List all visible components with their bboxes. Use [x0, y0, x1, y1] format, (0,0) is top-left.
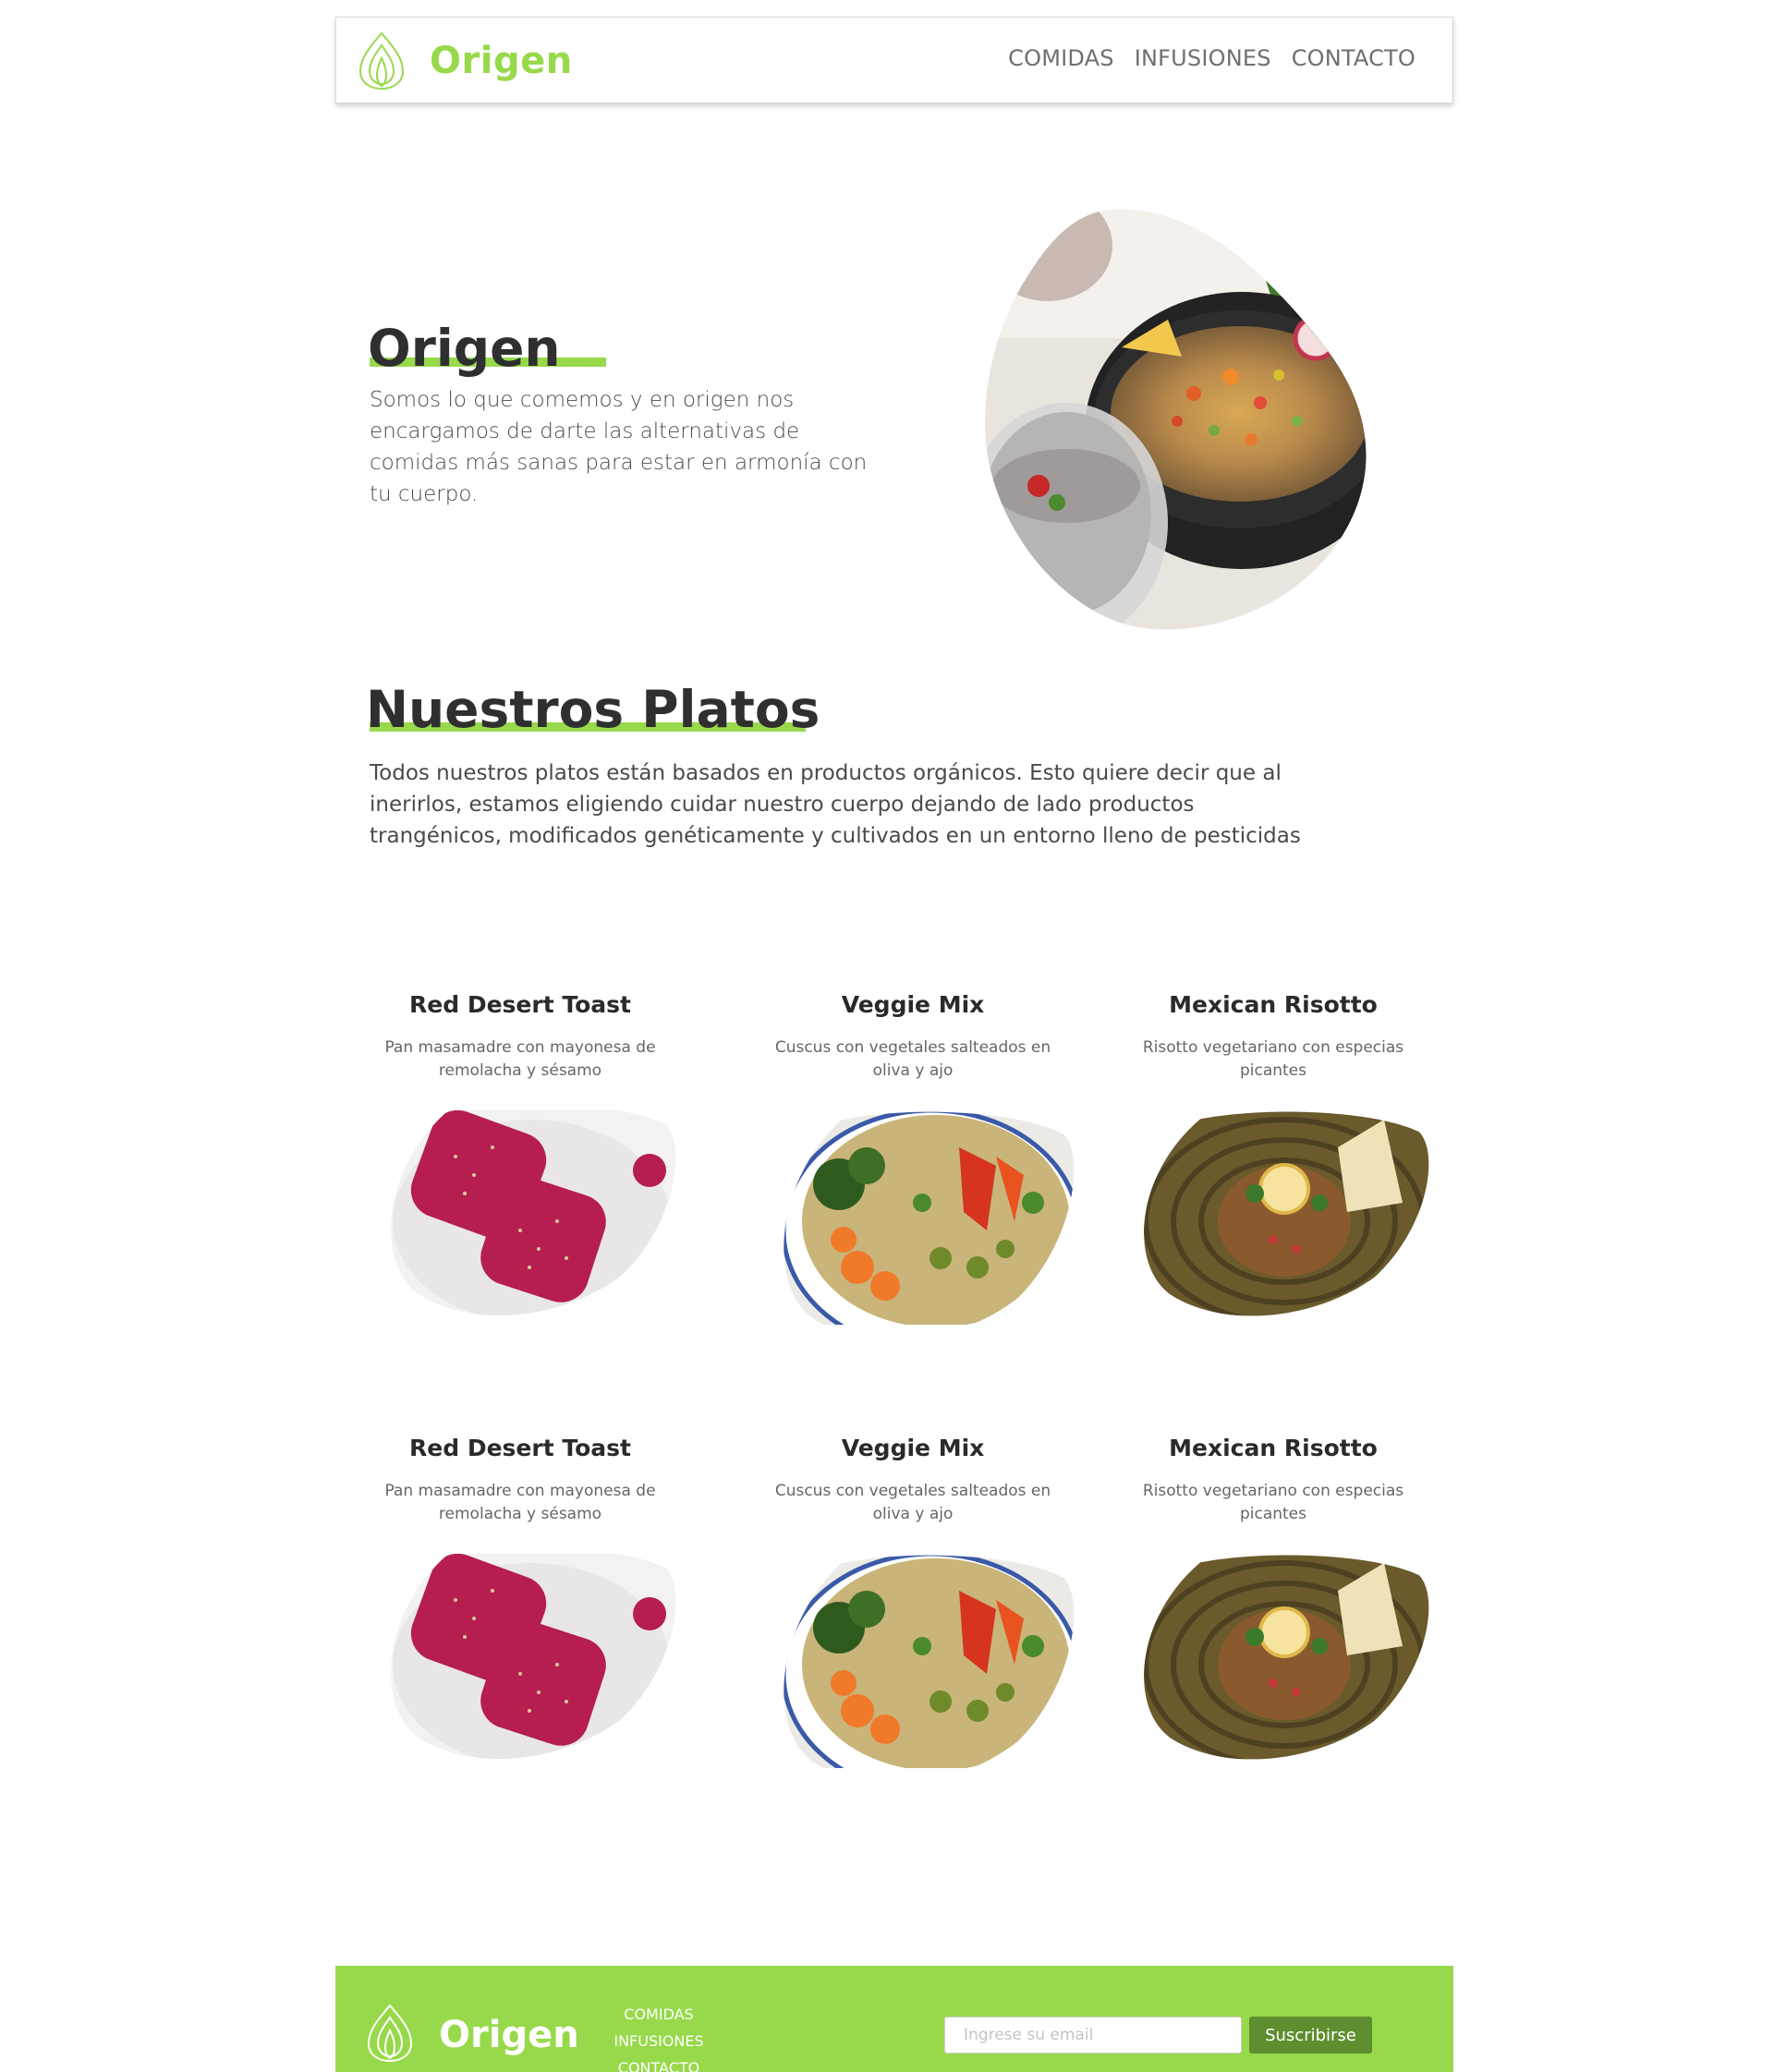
footer-nav: COMIDAS INFUSIONES CONTACTO — [613, 2001, 705, 2072]
footer-brand-name[interactable]: Origen — [439, 2014, 579, 2056]
card-red-desert-toast[interactable]: Red Desert Toast Pan masamadre con mayon… — [363, 987, 677, 1316]
footer-nav-comidas[interactable]: COMIDAS — [613, 2001, 705, 2028]
platos-title: Nuestros Platos — [366, 680, 820, 739]
card-title: Veggie Mix — [841, 991, 985, 1018]
nav-comidas[interactable]: COMIDAS — [1008, 45, 1114, 71]
toast-image — [391, 1110, 676, 1316]
email-input[interactable] — [944, 2017, 1242, 2054]
toast-image — [391, 1554, 676, 1760]
card-title: Red Desert Toast — [409, 1435, 631, 1461]
veggie-image — [784, 1555, 1074, 1768]
card-desc: Pan masamadre con mayonesa de remolacha … — [384, 1038, 656, 1080]
card-mexican-risotto[interactable]: Mexican Risotto Risotto vegetariano con … — [1116, 987, 1430, 1316]
platos-text: Todos nuestros platos están basados en p… — [370, 761, 1301, 848]
card-desc: Risotto vegetariano con especias picante… — [1142, 1038, 1404, 1080]
veggie-image — [784, 1111, 1074, 1325]
hero-food-image — [985, 209, 1367, 630]
nav-infusiones[interactable]: INFUSIONES — [1135, 45, 1271, 71]
leaf-logo-icon[interactable] — [365, 2003, 415, 2064]
subscribe-button[interactable]: Suscribirse — [1249, 2017, 1372, 2054]
card-desc: Risotto vegetariano con especias picante… — [1142, 1482, 1404, 1523]
card-desc: Pan masamadre con mayonesa de remolacha … — [384, 1482, 656, 1523]
card-veggie-mix[interactable]: Veggie Mix Cuscus con vegetales salteado… — [756, 1430, 1074, 1768]
card-title: Veggie Mix — [841, 1435, 985, 1461]
hero-text: Somos lo que comemos y en origen nos enc… — [370, 388, 868, 506]
site-header: Origen COMIDAS INFUSIONES CONTACTO — [335, 17, 1453, 103]
card-title: Mexican Risotto — [1169, 991, 1378, 1018]
hero-title: Origen — [368, 319, 561, 378]
risotto-image — [1144, 1111, 1429, 1316]
card-veggie-mix[interactable]: Veggie Mix Cuscus con vegetales salteado… — [756, 987, 1074, 1325]
leaf-logo-icon[interactable] — [357, 30, 407, 91]
main-nav: COMIDAS INFUSIONES CONTACTO — [988, 45, 1416, 71]
card-red-desert-toast[interactable]: Red Desert Toast Pan masamadre con mayon… — [363, 1430, 677, 1760]
footer-nav-infusiones[interactable]: INFUSIONES — [613, 2028, 705, 2054]
footer-nav-contacto[interactable]: CONTACTO — [613, 2054, 705, 2072]
card-title: Mexican Risotto — [1169, 1435, 1378, 1461]
card-mexican-risotto[interactable]: Mexican Risotto Risotto vegetariano con … — [1116, 1430, 1430, 1760]
card-desc: Cuscus con vegetales salteados en oliva … — [774, 1482, 1051, 1523]
card-title: Red Desert Toast — [409, 991, 631, 1018]
risotto-image — [1144, 1555, 1429, 1760]
nav-contacto[interactable]: CONTACTO — [1292, 45, 1416, 71]
card-desc: Cuscus con vegetales salteados en oliva … — [774, 1038, 1051, 1080]
site-footer: Origen COMIDAS INFUSIONES CONTACTO Suscr… — [335, 1966, 1453, 2072]
brand-name[interactable]: Origen — [430, 40, 573, 82]
